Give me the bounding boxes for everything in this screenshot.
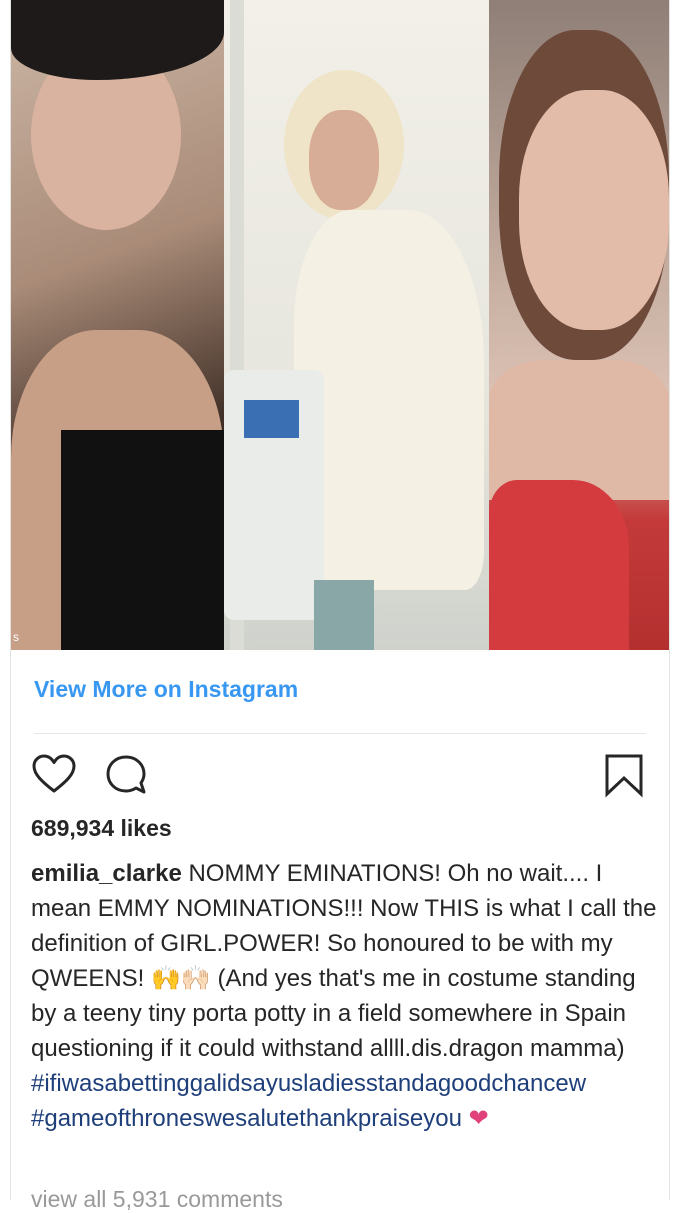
likes-count[interactable]: 689,934 likes	[31, 815, 172, 842]
heart-outline-icon[interactable]	[31, 752, 77, 798]
caption-text: NOMMY EMINATIONS! Oh no wait.... I mean …	[31, 860, 657, 1062]
hashtag-text-2[interactable]: #gameofthroneswesalutethankpraiseyou	[31, 1105, 462, 1132]
view-more-on-instagram-link[interactable]: View More on Instagram	[34, 676, 298, 703]
caption-username[interactable]: emilia_clarke	[31, 860, 182, 887]
comment-bubble-icon[interactable]	[103, 752, 149, 798]
photo-panel-center	[224, 0, 489, 650]
heart-emoji: ❤	[468, 1105, 489, 1132]
photo-watermark: s	[13, 630, 19, 644]
bookmark-icon[interactable]	[601, 752, 647, 798]
post-photo-collage[interactable]: s	[11, 0, 669, 650]
hashtag-link-1[interactable]: #ifiwasabettinggalidsayusladiesstandagoo…	[31, 1066, 667, 1101]
photo-panel-right	[489, 0, 669, 650]
divider	[34, 733, 646, 734]
post-caption: emilia_clarke NOMMY EMINATIONS! Oh no wa…	[31, 856, 667, 1136]
instagram-embed-card: s View More on Instagram 689,934 likes e…	[10, 0, 670, 1212]
hashtag-link-2[interactable]: #gameofthroneswesalutethankpraiseyou ❤	[31, 1101, 667, 1136]
photo-panel-left: s	[11, 0, 224, 650]
